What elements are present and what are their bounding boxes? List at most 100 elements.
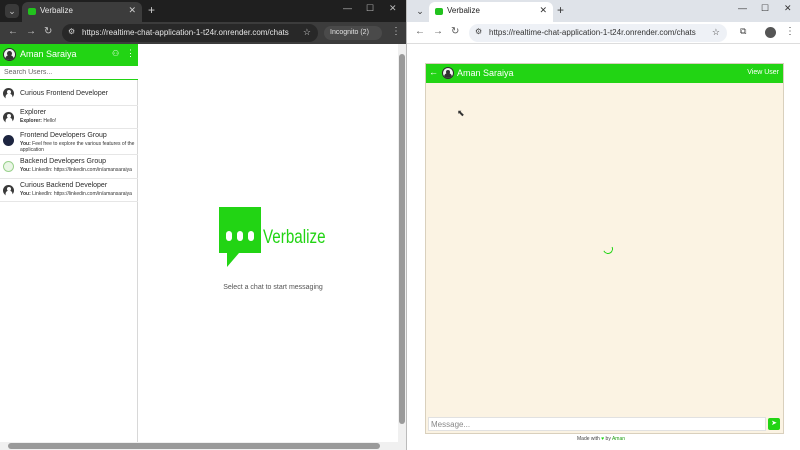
- tab-title: Verbalize: [447, 6, 480, 15]
- group-avatar-icon: [3, 135, 14, 146]
- back-arrow-icon[interactable]: ←: [8, 26, 18, 37]
- maximize-icon[interactable]: ☐: [761, 3, 769, 14]
- extensions-icon[interactable]: ⧉: [740, 26, 746, 37]
- scrollbar-thumb[interactable]: [8, 443, 380, 449]
- preview-sender: You:: [20, 190, 31, 197]
- browser-menu-icon[interactable]: ⋮: [391, 26, 401, 37]
- minimize-icon[interactable]: —: [343, 3, 352, 13]
- tab-search-icon[interactable]: ⌄: [5, 4, 19, 18]
- chat-name: Explorer: [20, 108, 47, 116]
- search-users-input[interactable]: [0, 66, 138, 80]
- sidebar-user-name: Aman Saraiya: [20, 49, 77, 59]
- list-item[interactable]: Explorer Explorer: Hello!: [0, 106, 138, 129]
- minimize-icon[interactable]: —: [738, 3, 747, 13]
- tab-title: Verbalize: [40, 6, 73, 15]
- profile-avatar[interactable]: [765, 27, 776, 38]
- site-info-icon[interactable]: ⚙: [475, 27, 482, 36]
- new-tab-icon[interactable]: +: [148, 3, 155, 17]
- close-tab-icon[interactable]: ✕: [539, 5, 547, 16]
- user-avatar-icon: [3, 184, 14, 196]
- chat-favicon-icon: [28, 8, 36, 15]
- bookmark-star-icon[interactable]: ☆: [712, 27, 720, 38]
- back-arrow-icon[interactable]: ←: [415, 26, 425, 37]
- close-tab-icon[interactable]: ✕: [128, 5, 136, 16]
- heart-icon: ♥: [601, 436, 605, 442]
- chat-header: ← Aman Saraiya View User: [426, 64, 783, 83]
- footer-author-link[interactable]: Aman: [612, 436, 625, 442]
- footer-made-with: Made with: [577, 436, 600, 442]
- close-window-icon[interactable]: ✕: [389, 3, 397, 14]
- preview-text: Feel free to explore the various feature…: [20, 141, 135, 153]
- vertical-scrollbar[interactable]: [398, 44, 406, 442]
- logo-wordmark: Verbalize: [263, 227, 326, 248]
- browser-menu-icon[interactable]: ⋮: [785, 26, 795, 37]
- incognito-badge[interactable]: Incognito (2): [324, 26, 382, 40]
- reload-icon[interactable]: ↻: [44, 26, 52, 37]
- list-item[interactable]: Curious Backend Developer You: LinkedIn:…: [0, 179, 138, 202]
- url-text: https://realtime-chat-application-1-t24r…: [489, 28, 696, 37]
- avatar[interactable]: [442, 67, 454, 79]
- new-group-icon[interactable]: ⚇: [112, 49, 119, 58]
- chat-window: ← Aman Saraiya View User ⬉ ➤: [425, 63, 784, 434]
- send-icon[interactable]: ➤: [768, 418, 780, 430]
- preview-sender: Explorer:: [20, 117, 42, 124]
- message-input[interactable]: [428, 417, 766, 431]
- right-browser-window: ⌄ Verbalize ✕ + — ☐ ✕ ← → ↻ ⚙ https://re…: [406, 0, 800, 450]
- footer-by: by: [605, 436, 611, 442]
- preview-text: Hello!: [43, 117, 57, 124]
- right-tab-strip: ⌄ Verbalize ✕ + — ☐ ✕: [407, 0, 800, 22]
- preview-text: LinkedIn: https://linkedin.com/in/amansa…: [32, 167, 132, 173]
- left-tab-strip: ⌄ Verbalize ✕ + — ☐ ✕: [0, 0, 406, 22]
- chat-name: Curious Backend Developer: [20, 181, 108, 189]
- chat-user-name: Aman Saraiya: [457, 68, 514, 78]
- loading-spinner-icon: [601, 242, 615, 256]
- sidebar-header: Aman Saraiya ⚇ ⋮: [0, 44, 138, 66]
- chat-preview: You: LinkedIn: https://linkedin.com/in/a…: [20, 167, 136, 173]
- incognito-label: Incognito (2): [330, 29, 369, 36]
- maximize-icon[interactable]: ☐: [366, 3, 374, 14]
- address-bar[interactable]: ⚙ https://realtime-chat-application-1-t2…: [469, 24, 727, 42]
- chat-favicon-icon: [435, 8, 443, 15]
- view-user-button[interactable]: View User: [747, 69, 779, 76]
- user-avatar-icon: [3, 111, 14, 123]
- group-avatar-icon: [3, 161, 14, 172]
- chat-bubble-logo-icon: [219, 207, 261, 267]
- list-item[interactable]: Frontend Developers Group You: Feel free…: [0, 129, 138, 155]
- empty-chat-panel: Verbalize Select a chat to start messagi…: [138, 44, 398, 442]
- tab-search-icon[interactable]: ⌄: [413, 4, 427, 18]
- new-tab-icon[interactable]: +: [557, 3, 564, 17]
- preview-text: LinkedIn: https://linkedin.com/in/amansa…: [32, 190, 132, 197]
- chat-name: Curious Frontend Developer: [20, 90, 108, 97]
- reload-icon[interactable]: ↻: [451, 26, 459, 37]
- chat-name: Frontend Developers Group: [20, 132, 107, 139]
- mouse-cursor-icon: ⬉: [457, 108, 465, 118]
- list-item[interactable]: Backend Developers Group You: LinkedIn: …: [0, 155, 138, 179]
- forward-arrow-icon[interactable]: →: [433, 26, 443, 37]
- left-browser-tab[interactable]: Verbalize ✕: [22, 2, 142, 22]
- horizontal-scrollbar[interactable]: [0, 442, 406, 450]
- footer-credit: Made with ♥ by Aman: [577, 436, 625, 442]
- address-bar[interactable]: ⚙ https://realtime-chat-application-1-t2…: [62, 24, 318, 42]
- list-item[interactable]: Curious Frontend Developer: [0, 82, 138, 106]
- empty-state-hint: Select a chat to start messaging: [223, 284, 323, 291]
- close-window-icon[interactable]: ✕: [784, 3, 792, 14]
- more-options-icon[interactable]: ⋮: [126, 48, 135, 59]
- avatar[interactable]: [3, 48, 16, 61]
- chat-preview: You: Feel free to explore the various fe…: [20, 141, 136, 153]
- chat-preview: Explorer: Hello!: [20, 118, 136, 124]
- chat-name: Backend Developers Group: [20, 158, 106, 165]
- back-arrow-icon[interactable]: ←: [429, 67, 438, 77]
- forward-arrow-icon[interactable]: →: [26, 26, 36, 37]
- user-avatar-icon: [3, 88, 14, 99]
- left-toolbar: ← → ↻ ⚙ https://realtime-chat-applicatio…: [0, 22, 406, 44]
- right-toolbar: ← → ↻ ⚙ https://realtime-chat-applicatio…: [407, 22, 800, 44]
- bookmark-star-icon[interactable]: ☆: [303, 27, 311, 38]
- chat-preview: You: LinkedIn: https://linkedin.com/in/a…: [20, 191, 136, 197]
- chat-list: Curious Frontend Developer Explorer Expl…: [0, 82, 138, 202]
- site-info-icon[interactable]: ⚙: [68, 27, 75, 36]
- scrollbar-thumb[interactable]: [399, 54, 405, 424]
- right-browser-tab[interactable]: Verbalize ✕: [429, 2, 553, 22]
- url-text: https://realtime-chat-application-1-t24r…: [82, 28, 289, 37]
- left-browser-window: ⌄ Verbalize ✕ + — ☐ ✕ ← → ↻ ⚙ https://re…: [0, 0, 406, 450]
- chat-sidebar: Aman Saraiya ⚇ ⋮ Curious Frontend Develo…: [0, 44, 138, 442]
